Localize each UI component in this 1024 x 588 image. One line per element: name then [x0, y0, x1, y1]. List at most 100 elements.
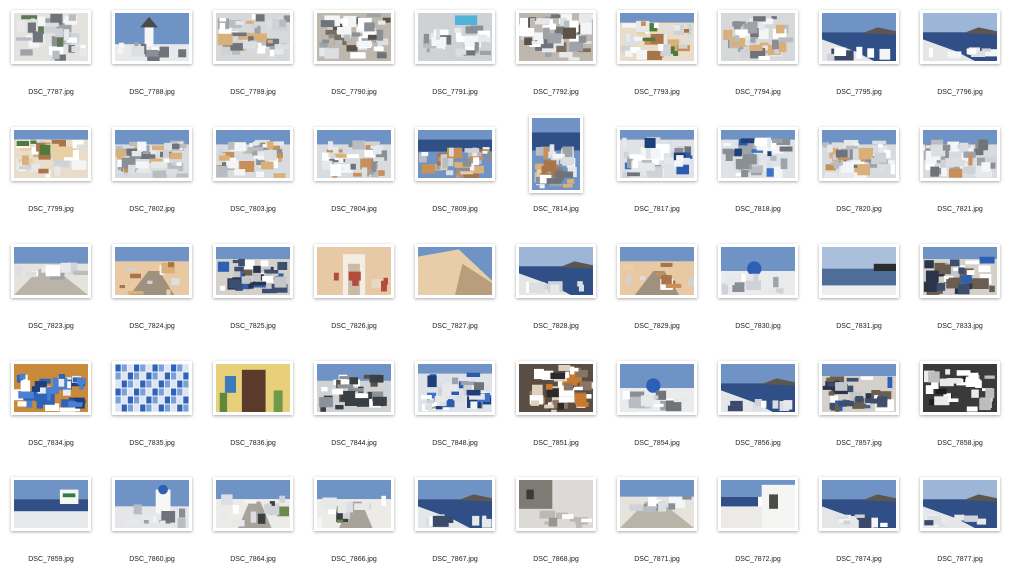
file-item[interactable]: DSC_7848.jpg — [404, 355, 506, 472]
file-item[interactable]: DSC_7790.jpg — [303, 4, 405, 121]
file-name-label[interactable]: DSC_7835.jpg — [101, 440, 203, 447]
thumbnail-frame[interactable] — [111, 355, 193, 421]
thumbnail-frame[interactable] — [212, 238, 294, 304]
image-thumbnail[interactable] — [516, 477, 596, 531]
image-thumbnail[interactable] — [415, 127, 495, 181]
file-item[interactable]: DSC_7821.jpg — [909, 121, 1011, 238]
file-name-label[interactable]: DSC_7804.jpg — [303, 206, 405, 213]
thumbnail-frame[interactable] — [616, 4, 698, 70]
file-item[interactable]: DSC_7792.jpg — [505, 4, 607, 121]
file-item[interactable]: DSC_7793.jpg — [606, 4, 708, 121]
file-name-label[interactable]: DSC_7866.jpg — [303, 556, 405, 563]
image-thumbnail[interactable] — [920, 244, 1000, 298]
file-item[interactable]: DSC_7851.jpg — [505, 355, 607, 472]
file-name-label[interactable]: DSC_7864.jpg — [202, 556, 304, 563]
file-item[interactable]: DSC_7825.jpg — [202, 238, 304, 355]
image-thumbnail[interactable] — [819, 477, 899, 531]
file-name-label[interactable]: DSC_7871.jpg — [606, 556, 708, 563]
thumbnail-frame[interactable] — [10, 238, 92, 304]
file-name-label[interactable]: DSC_7844.jpg — [303, 440, 405, 447]
thumbnail-frame[interactable] — [717, 355, 799, 421]
file-item[interactable]: DSC_7858.jpg — [909, 355, 1011, 472]
image-thumbnail[interactable] — [213, 10, 293, 64]
file-item[interactable]: DSC_7856.jpg — [707, 355, 809, 472]
image-thumbnail[interactable] — [314, 477, 394, 531]
file-name-label[interactable]: DSC_7788.jpg — [101, 89, 203, 96]
file-name-label[interactable]: DSC_7831.jpg — [808, 323, 910, 330]
file-name-label[interactable]: DSC_7836.jpg — [202, 440, 304, 447]
file-item[interactable]: DSC_7874.jpg — [808, 471, 910, 588]
thumbnail-frame[interactable] — [515, 471, 597, 537]
file-name-label[interactable]: DSC_7796.jpg — [909, 89, 1011, 96]
thumbnail-frame[interactable] — [919, 4, 1001, 70]
image-thumbnail[interactable] — [920, 127, 1000, 181]
image-thumbnail[interactable] — [718, 244, 798, 298]
file-name-label[interactable]: DSC_7814.jpg — [505, 206, 607, 213]
thumbnail-frame[interactable] — [313, 238, 395, 304]
file-item[interactable]: DSC_7829.jpg — [606, 238, 708, 355]
file-name-label[interactable]: DSC_7793.jpg — [606, 89, 708, 96]
file-item[interactable]: DSC_7877.jpg — [909, 471, 1011, 588]
thumbnail-frame[interactable] — [515, 4, 597, 70]
image-thumbnail[interactable] — [718, 477, 798, 531]
file-item[interactable]: DSC_7788.jpg — [101, 4, 203, 121]
image-thumbnail[interactable] — [112, 361, 192, 415]
thumbnail-frame[interactable] — [616, 355, 698, 421]
file-name-label[interactable]: DSC_7877.jpg — [909, 556, 1011, 563]
file-name-label[interactable]: DSC_7824.jpg — [101, 323, 203, 330]
thumbnail-frame[interactable] — [515, 355, 597, 421]
file-item[interactable]: DSC_7804.jpg — [303, 121, 405, 238]
file-name-label[interactable]: DSC_7789.jpg — [202, 89, 304, 96]
thumbnail-frame[interactable] — [414, 355, 496, 421]
thumbnail-frame[interactable] — [616, 238, 698, 304]
image-thumbnail[interactable] — [617, 127, 697, 181]
thumbnail-frame[interactable] — [212, 355, 294, 421]
file-name-label[interactable]: DSC_7809.jpg — [404, 206, 506, 213]
thumbnail-frame[interactable] — [10, 121, 92, 187]
file-name-label[interactable]: DSC_7821.jpg — [909, 206, 1011, 213]
file-name-label[interactable]: DSC_7833.jpg — [909, 323, 1011, 330]
file-item[interactable]: DSC_7854.jpg — [606, 355, 708, 472]
thumbnail-frame[interactable] — [414, 121, 496, 187]
thumbnail-frame[interactable] — [111, 238, 193, 304]
image-thumbnail[interactable] — [112, 127, 192, 181]
file-name-label[interactable]: DSC_7828.jpg — [505, 323, 607, 330]
file-name-label[interactable]: DSC_7827.jpg — [404, 323, 506, 330]
image-thumbnail[interactable] — [112, 477, 192, 531]
image-thumbnail[interactable] — [11, 127, 91, 181]
thumbnail-frame[interactable] — [818, 238, 900, 304]
file-name-label[interactable]: DSC_7860.jpg — [101, 556, 203, 563]
image-thumbnail[interactable] — [819, 10, 899, 64]
file-name-label[interactable]: DSC_7867.jpg — [404, 556, 506, 563]
file-item[interactable]: DSC_7795.jpg — [808, 4, 910, 121]
file-name-label[interactable]: DSC_7803.jpg — [202, 206, 304, 213]
file-item[interactable]: DSC_7799.jpg — [0, 121, 102, 238]
file-item[interactable]: DSC_7833.jpg — [909, 238, 1011, 355]
thumbnail-frame[interactable] — [818, 471, 900, 537]
file-item[interactable]: DSC_7834.jpg — [0, 355, 102, 472]
file-name-label[interactable]: DSC_7829.jpg — [606, 323, 708, 330]
image-thumbnail[interactable] — [516, 361, 596, 415]
file-item[interactable]: DSC_7831.jpg — [808, 238, 910, 355]
file-name-label[interactable]: DSC_7856.jpg — [707, 440, 809, 447]
file-item[interactable]: DSC_7803.jpg — [202, 121, 304, 238]
thumbnail-frame[interactable] — [616, 121, 698, 187]
image-thumbnail[interactable] — [920, 477, 1000, 531]
file-name-label[interactable]: DSC_7825.jpg — [202, 323, 304, 330]
image-thumbnail[interactable] — [718, 10, 798, 64]
file-item[interactable]: DSC_7859.jpg — [0, 471, 102, 588]
thumbnail-frame[interactable] — [111, 471, 193, 537]
image-thumbnail[interactable] — [11, 244, 91, 298]
image-thumbnail[interactable] — [617, 477, 697, 531]
image-thumbnail[interactable] — [213, 244, 293, 298]
thumbnail-frame[interactable] — [111, 4, 193, 70]
file-item[interactable]: DSC_7818.jpg — [707, 121, 809, 238]
image-thumbnail[interactable] — [516, 10, 596, 64]
image-thumbnail[interactable] — [718, 127, 798, 181]
image-thumbnail[interactable] — [314, 361, 394, 415]
file-item[interactable]: DSC_7824.jpg — [101, 238, 203, 355]
thumbnail-frame[interactable] — [10, 471, 92, 537]
thumbnail-frame[interactable] — [717, 471, 799, 537]
file-name-label[interactable]: DSC_7818.jpg — [707, 206, 809, 213]
image-thumbnail[interactable] — [415, 244, 495, 298]
